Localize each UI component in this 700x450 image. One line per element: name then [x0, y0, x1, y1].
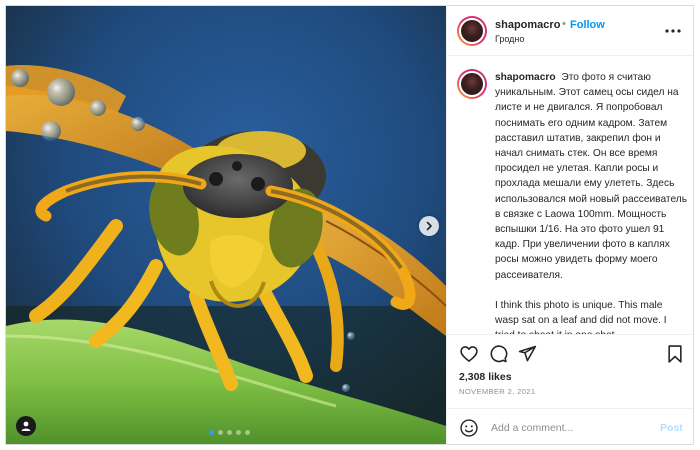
follow-button[interactable]: Follow [570, 19, 605, 31]
carousel-indicator [209, 430, 250, 435]
like-heart-icon[interactable] [459, 344, 479, 364]
share-send-icon[interactable] [517, 344, 537, 364]
emoji-icon[interactable] [459, 418, 479, 438]
carousel-dot [218, 430, 223, 435]
avatar[interactable] [457, 69, 487, 99]
avatar[interactable] [457, 16, 487, 46]
carousel-dot [209, 430, 214, 435]
likes-count[interactable]: 2,308 likes [459, 371, 512, 383]
user-tags-button[interactable] [16, 416, 36, 436]
location-link[interactable]: Гродно [495, 34, 524, 44]
carousel-dot [227, 430, 232, 435]
comment-bar: Post [447, 408, 693, 444]
caption-ru: shapomacro Это фото я считаю уникальным.… [495, 70, 688, 283]
caption-en: I think this photo is unique. This male … [495, 299, 667, 334]
post-media[interactable] [6, 6, 446, 444]
post-side-panel: shapomacro • Follow Гродно shapomacro Эт… [446, 6, 693, 444]
separator-dot: • [562, 18, 566, 30]
post-date[interactable]: NOVEMBER 2, 2021 [459, 387, 535, 396]
post-header: shapomacro • Follow Гродно [447, 6, 693, 56]
post-card: shapomacro • Follow Гродно shapomacro Эт… [5, 5, 694, 445]
caption-username[interactable]: shapomacro [495, 72, 556, 83]
caption-ru-text: Это фото я считаю уникальным. Этот самец… [495, 72, 688, 281]
carousel-dot [245, 430, 250, 435]
more-options-icon[interactable] [665, 20, 681, 36]
user-icon [21, 421, 31, 431]
wasp-photo [6, 6, 446, 444]
save-bookmark-icon[interactable] [665, 344, 685, 364]
comment-input[interactable] [491, 419, 641, 437]
chevron-right-icon [426, 221, 432, 231]
post-caption: shapomacro Это фото я считаю уникальным.… [495, 70, 688, 334]
carousel-dot [236, 430, 241, 435]
comment-icon[interactable] [488, 344, 508, 364]
carousel-next-button[interactable] [419, 216, 439, 236]
caption-scroll-area[interactable]: shapomacro Это фото я считаю уникальным.… [447, 57, 693, 335]
post-comment-button[interactable]: Post [660, 422, 683, 434]
username-link[interactable]: shapomacro [495, 19, 560, 31]
action-bar [447, 344, 693, 368]
